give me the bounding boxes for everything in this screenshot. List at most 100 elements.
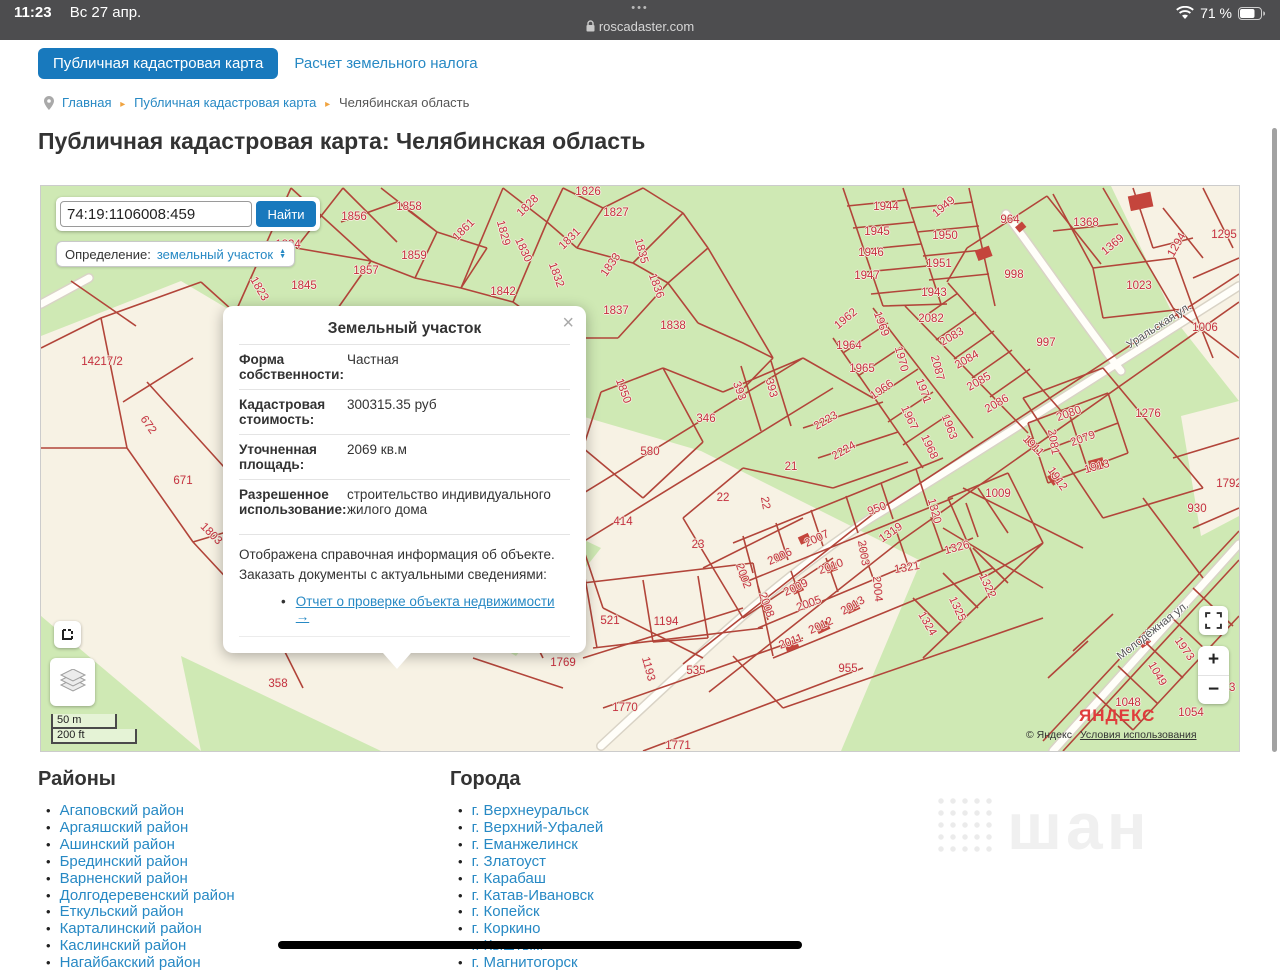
district-link[interactable]: Аргаяшский район — [60, 819, 189, 836]
district-link[interactable]: Ашинский район — [60, 836, 175, 853]
report-link[interactable]: Отчет о проверке объекта недвижимости → — [296, 594, 570, 624]
city-link[interactable]: г. Магнитогорск — [472, 954, 578, 971]
city-link[interactable]: г. Верхнеуральск — [472, 802, 589, 819]
parcel-number: 1769 — [550, 657, 576, 669]
parcel-number: 23 — [692, 539, 705, 551]
address-bar[interactable]: roscadaster.com — [0, 19, 1280, 34]
parcel-number: 1827 — [603, 207, 629, 219]
city-link[interactable]: г. Еманжелинск — [472, 836, 578, 853]
city-link[interactable]: г. Карабаш — [472, 870, 546, 887]
breadcrumb-link[interactable]: Публичная кадастровая карта — [134, 95, 316, 110]
bullet-icon: • — [458, 871, 463, 886]
tab-public-cadastral-map[interactable]: Публичная кадастровая карта — [38, 48, 278, 79]
parcel-number: 2082 — [918, 313, 944, 325]
copyright-text: © Яндекс — [1026, 729, 1072, 741]
scale-bar: 50 m 200 ft — [51, 714, 137, 744]
parcel-number: 22 — [758, 496, 772, 511]
district-link[interactable]: Каслинский район — [60, 937, 187, 954]
popup-attribute-row: Разрешенное использование:строительство … — [239, 479, 570, 524]
city-link[interactable]: г. Коркино — [472, 920, 541, 937]
top-tabs: Публичная кадастровая карта Расчет земел… — [38, 48, 478, 79]
bullet-icon: • — [46, 921, 51, 936]
bullet-icon: • — [458, 837, 463, 852]
parcel-number: 964 — [1000, 214, 1019, 226]
bullet-icon: • — [46, 955, 51, 970]
district-link[interactable]: Карталинский район — [60, 920, 202, 937]
list-item: • г. Катав-Ивановск — [458, 888, 603, 905]
parcel-number: 997 — [1036, 337, 1055, 349]
city-link[interactable]: г. Верхний-Уфалей — [472, 819, 604, 836]
cadastral-map[interactable]: 185618581834185918571845182314217/218261… — [40, 185, 1240, 752]
city-link[interactable]: г. Катав-Ивановск — [472, 887, 594, 904]
list-item: • г. Верхний-Уфалей — [458, 820, 603, 837]
fullscreen-button[interactable] — [1199, 606, 1228, 635]
bullet-icon: • — [458, 904, 463, 919]
city-link[interactable]: г. Копейск — [472, 903, 540, 920]
popup-note-line1: Отображена справочная информация об объе… — [239, 547, 555, 562]
watermark-logo — [935, 795, 997, 857]
district-link[interactable]: Еткульский район — [60, 903, 184, 920]
attribute-label: Уточненная площадь: — [239, 442, 341, 472]
list-item: •Ашинский район — [46, 837, 235, 854]
list-item: •Еткульский район — [46, 904, 235, 921]
layers-icon — [59, 669, 87, 695]
terms-link[interactable]: Условия использования — [1080, 729, 1197, 741]
attribute-label: Кадастровая стоимость: — [239, 397, 341, 427]
layers-button[interactable] — [50, 658, 95, 706]
parcel-number: 1943 — [921, 287, 947, 299]
list-item: • г. Еманжелинск — [458, 837, 603, 854]
definition-select[interactable]: Определение: земельный участок ▲▼ — [56, 241, 295, 267]
city-link[interactable]: г. Златоуст — [472, 853, 546, 870]
bullet-icon: • — [46, 803, 51, 818]
parcel-number: 21 — [785, 461, 798, 473]
breadcrumb-link[interactable]: Главная — [62, 95, 111, 110]
parcel-number: 1845 — [291, 280, 317, 292]
parcel-number: 346 — [696, 413, 715, 425]
parcel-number: 1009 — [985, 488, 1011, 500]
watermark: шан — [935, 788, 1151, 864]
breadcrumb: Главная ▸ Публичная кадастровая карта ▸ … — [44, 95, 469, 110]
district-link[interactable]: Агаповский район — [60, 802, 184, 819]
parcel-number: 1858 — [396, 201, 422, 213]
parcel-number: 1951 — [926, 258, 952, 270]
zoom-in-button[interactable]: + — [1198, 646, 1229, 676]
bullet-icon: • — [458, 820, 463, 835]
district-link[interactable]: Долгодеревенский район — [60, 887, 235, 904]
popup-note-line2: Заказать документы с актуальными сведени… — [239, 567, 547, 582]
parcel-number: 1771 — [665, 740, 691, 752]
district-link[interactable]: Нагайбакский район — [60, 954, 201, 971]
district-link[interactable]: Брединский район — [60, 853, 188, 870]
parcel-number: 535 — [686, 665, 705, 677]
list-item: •г. Верхнеуральск — [458, 803, 603, 820]
parcel-number: 1838 — [660, 320, 686, 332]
map-pin-icon — [44, 96, 54, 110]
domain-text: roscadaster.com — [599, 19, 694, 34]
list-item: • Нагайбакский район — [46, 955, 235, 972]
bullet-icon: • — [46, 871, 51, 886]
ruler-icon — [60, 627, 75, 642]
parcel-number: 1947 — [854, 270, 880, 282]
attribute-label: Разрешенное использование: — [239, 487, 341, 517]
parcel-number: 1194 — [654, 616, 679, 628]
tab-land-tax-calc[interactable]: Расчет земельного налога — [294, 55, 477, 72]
map-canvas[interactable] — [41, 186, 1239, 751]
parcel-number: 1945 — [864, 226, 890, 238]
list-item: • Агаповский район — [46, 803, 235, 820]
popup-attribute-row: Кадастровая стоимость:300315.35 руб — [239, 389, 570, 434]
close-icon[interactable]: × — [562, 312, 574, 335]
search-button[interactable]: Найти — [256, 201, 316, 227]
yandex-logo: ЯНДЕКС — [1079, 706, 1155, 726]
parcel-number: 1856 — [341, 211, 367, 223]
bullet-icon: • — [458, 888, 463, 903]
parcel-number: 1964 — [836, 340, 862, 352]
district-link[interactable]: Варненский район — [60, 870, 188, 887]
zoom-out-button[interactable]: − — [1198, 676, 1229, 705]
search-input[interactable] — [60, 201, 252, 227]
list-item: •Брединский район — [46, 854, 235, 871]
parcel-number: 358 — [268, 678, 287, 690]
lock-icon — [586, 20, 595, 32]
list-item: •Долгодеревенский район — [46, 888, 235, 905]
page-scrollbar[interactable] — [1272, 128, 1277, 752]
home-indicator[interactable] — [278, 941, 802, 949]
measure-button[interactable] — [54, 621, 81, 648]
